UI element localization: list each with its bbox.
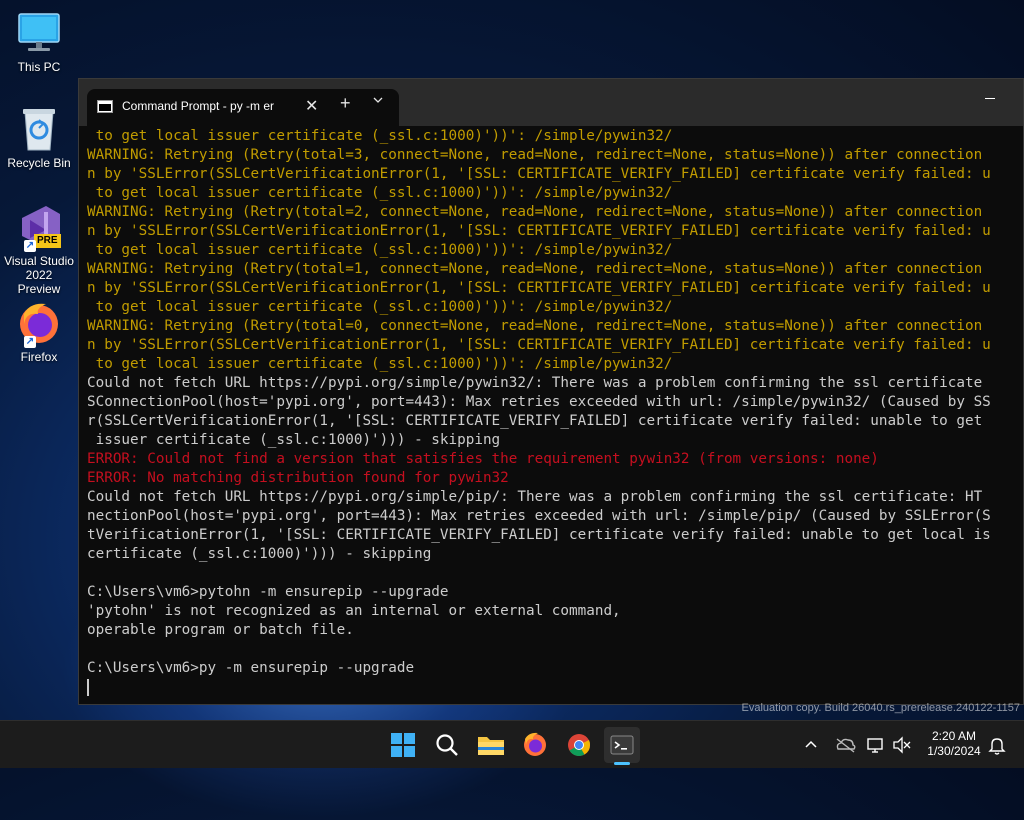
text-cursor [87,679,89,696]
tab-command-prompt[interactable]: Command Prompt - py -m er ✕ [87,89,399,126]
console-line: n by 'SSLError(SSLCertVerificationError(… [87,280,991,296]
shortcut-arrow-icon: ↗ [24,336,36,348]
chrome-icon [568,734,591,756]
console-line: WARNING: Retrying (Retry(total=2, connec… [87,204,983,220]
terminal-window[interactable]: Command Prompt - py -m er ✕ + to get loc… [78,78,1024,705]
terminal-taskbar-button[interactable] [604,727,640,763]
desktop-icon-visual-studio[interactable]: PRE ↗ Visual Studio 2022 Preview [4,204,74,296]
console-line: C:\Users\vm6>py -m ensurepip --upgrade [87,660,415,676]
desktop-icon-label: Firefox [20,350,58,364]
console-line: certificate (_ssl.c:1000)'))) - skipping [87,546,432,562]
command-prompt-icon [97,100,113,113]
console-output[interactable]: to get local issuer certificate (_ssl.c:… [87,127,1023,704]
desktop-icon-label: Visual Studio 2022 Preview [4,254,74,296]
console-line: n by 'SSLError(SSLCertVerificationError(… [87,223,991,239]
console-line: tVerificationError(1, '[SSL: CERTIFICATE… [87,527,991,543]
console-line: SConnectionPool(host='pypi.org', port=44… [87,394,991,410]
console-line: nectionPool(host='pypi.org', port=443): … [87,508,991,524]
chevron-down-icon[interactable] [371,93,385,107]
console-line: Could not fetch URL https://pypi.org/sim… [87,489,983,505]
console-line: ERROR: No matching distribution found fo… [87,470,509,486]
desktop-icon-label: Recycle Bin [7,156,71,170]
close-tab-button[interactable]: ✕ [305,96,318,116]
console-line: to get local issuer certificate (_ssl.c:… [87,185,673,201]
desktop-icon-firefox[interactable]: ↗ Firefox [4,300,74,364]
volume-button[interactable] [890,727,914,763]
file-explorer-button[interactable] [473,727,509,763]
visual-studio-icon: PRE ↗ [16,204,62,252]
desktop-icon-recycle-bin[interactable]: Recycle Bin [4,106,74,170]
console-line: C:\Users\vm6>pytohn -m ensurepip --upgra… [87,584,449,600]
network-button[interactable] [862,727,890,763]
console-line: r(SSLCertVerificationError(1, '[SSL: CER… [87,413,983,429]
console-line: WARNING: Retrying (Retry(total=3, connec… [87,147,983,163]
console-line: 'pytohn' is not recognized as an interna… [87,603,621,619]
console-line: WARNING: Retrying (Retry(total=0, connec… [87,318,983,334]
tab-title: Command Prompt - py -m er [122,99,275,113]
console-line: to get local issuer certificate (_ssl.c:… [87,242,673,258]
firefox-taskbar-button[interactable] [517,727,553,763]
taskbar: 2:20 AM 1/30/2024 [0,720,1024,768]
recycle-bin-icon [16,106,62,152]
windows-icon [391,733,415,757]
network-icon [867,738,883,753]
console-line: operable program or batch file. [87,622,354,638]
show-hidden-icons-button[interactable] [796,727,826,763]
firefox-icon: ↗ [16,300,62,348]
terminal-icon [610,735,634,755]
onedrive-button[interactable] [830,727,860,763]
notifications-button[interactable] [984,727,1010,763]
speaker-muted-icon [893,736,911,754]
bell-icon [988,738,1006,755]
search-icon [436,734,458,756]
search-button[interactable] [429,727,465,763]
chevron-up-icon [805,740,817,748]
chrome-taskbar-button[interactable] [561,727,597,763]
clock[interactable]: 2:20 AM 1/30/2024 [914,729,994,759]
console-line: Could not fetch URL https://pypi.org/sim… [87,375,983,391]
evaluation-watermark: Evaluation copy. Build 26040.rs_prerelea… [741,702,1020,714]
preview-badge: PRE [34,234,61,248]
folder-icon [478,737,504,755]
console-line: to get local issuer certificate (_ssl.c:… [87,128,673,144]
desktop-icon-this-pc[interactable]: This PC [4,10,74,74]
firefox-icon [524,732,546,756]
clock-date: 1/30/2024 [927,744,981,758]
console-line: n by 'SSLError(SSLCertVerificationError(… [87,166,991,182]
desktop-icon-label: This PC [17,60,61,74]
active-app-indicator [614,762,630,765]
cloud-offline-icon [836,738,856,753]
start-button[interactable] [385,727,421,763]
new-tab-button[interactable]: + [340,93,351,114]
console-line: ERROR: Could not find a version that sat… [87,451,879,467]
shortcut-arrow-icon: ↗ [24,240,36,252]
console-line: WARNING: Retrying (Retry(total=1, connec… [87,261,983,277]
console-line: to get local issuer certificate (_ssl.c:… [87,356,673,372]
monitor-icon [16,10,62,56]
console-cursor-line [87,678,1023,697]
title-bar[interactable]: Command Prompt - py -m er ✕ + [79,79,1023,126]
console-line: n by 'SSLError(SSLCertVerificationError(… [87,337,991,353]
clock-time: 2:20 AM [931,729,977,743]
minimize-button[interactable] [979,91,1001,107]
console-line: to get local issuer certificate (_ssl.c:… [87,299,673,315]
console-line: issuer certificate (_ssl.c:1000)'))) - s… [87,432,501,448]
